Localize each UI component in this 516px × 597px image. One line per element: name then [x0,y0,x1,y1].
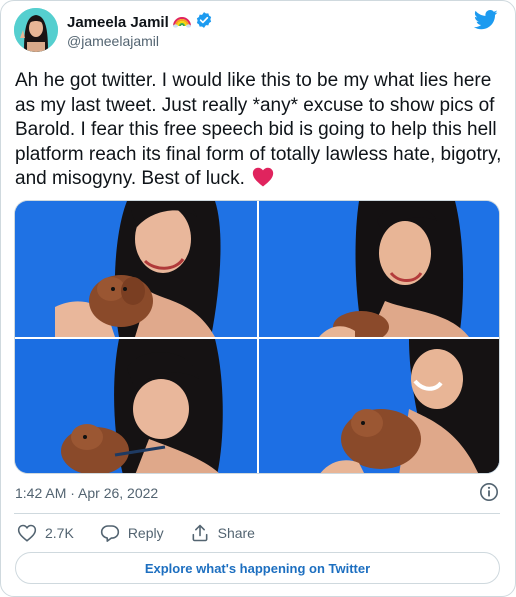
explore-twitter-button[interactable]: Explore what's happening on Twitter [15,552,500,584]
tweet-photo-4[interactable] [259,339,499,473]
tweet-actions: 2.7K Reply Share [17,521,281,545]
heart-outline-icon [17,524,37,542]
author-name-row: Jameela Jamil [67,11,213,34]
verified-badge-icon [195,11,213,34]
tweet-photo-3[interactable] [15,339,257,473]
twitter-bird-icon[interactable] [473,9,498,31]
like-button[interactable]: 2.7K [17,524,74,542]
share-label: Share [217,525,255,541]
tweet-card: Jameela Jamil @jameelajamil Ah he got tw… [0,0,516,597]
tweet-text: Ah he got twitter. I would like this to … [15,69,503,195]
tweet-photo-2[interactable] [259,201,499,337]
share-icon [190,523,210,543]
rainbow-emoji [172,12,191,33]
info-icon[interactable] [479,482,499,502]
reply-bubble-icon [100,524,120,543]
author-handle[interactable]: @jameelajamil [67,33,159,49]
red-heart-emoji [252,167,274,195]
divider [14,513,500,514]
like-count: 2.7K [45,525,74,541]
tweet-photo-1[interactable] [15,201,257,337]
tweet-media-grid [14,200,500,474]
author-display-name[interactable]: Jameela Jamil [67,14,169,31]
reply-label: Reply [127,525,164,541]
share-button[interactable]: Share [190,523,255,543]
tweet-timestamp[interactable]: 1:42 AM · Apr 26, 2022 [15,485,158,501]
reply-button[interactable]: Reply [100,524,164,543]
author-avatar[interactable] [14,8,58,52]
